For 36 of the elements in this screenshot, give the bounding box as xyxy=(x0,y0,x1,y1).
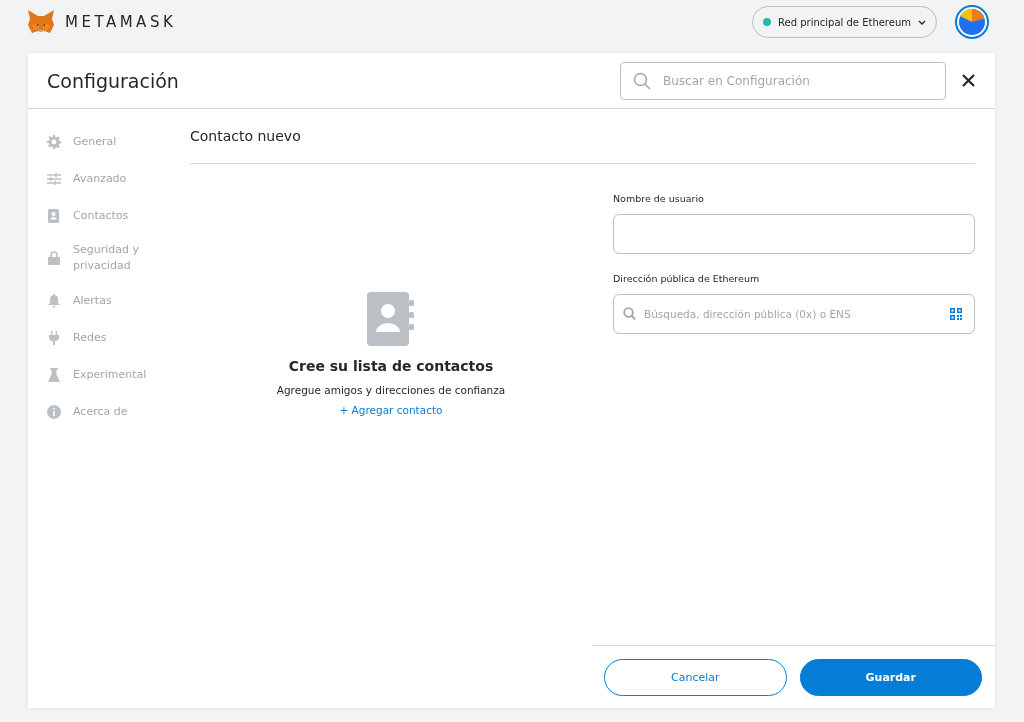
gear-icon xyxy=(47,134,61,149)
page-title: Contacto nuevo xyxy=(190,109,975,164)
sidebar-item[interactable]: Avanzado xyxy=(28,160,190,197)
empty-state-title: Cree su lista de contactos xyxy=(288,358,494,374)
sidebar-item[interactable]: Contactos xyxy=(28,197,190,234)
field-label: Nombre de usuario xyxy=(613,193,705,204)
sidebar-item[interactable]: Alertas xyxy=(28,282,190,319)
empty-state-description: Agregue amigos y direcciones de confianza xyxy=(276,384,506,396)
sidebar-item[interactable]: Experimental xyxy=(28,356,190,393)
sliders-icon xyxy=(47,172,61,185)
fox-logo-icon xyxy=(27,9,55,35)
lock-icon xyxy=(48,251,60,265)
sidebar-item[interactable]: Seguridad y privacidad xyxy=(28,234,190,282)
account-avatar[interactable] xyxy=(955,5,989,39)
cancel-button[interactable]: Cancelar xyxy=(604,658,787,696)
info-icon xyxy=(47,404,61,419)
save-button[interactable]: Guardar xyxy=(799,658,982,696)
settings-title: Configuración xyxy=(47,69,180,92)
sidebar-item[interactable]: Acerca de xyxy=(28,393,190,430)
search-field[interactable]: Buscar en Configuración xyxy=(620,61,946,100)
flask-icon xyxy=(48,367,60,382)
plug-icon xyxy=(49,330,59,345)
contact-book-icon xyxy=(48,208,60,223)
address-field[interactable]: Búsqueda, dirección pública (0x) o ENS xyxy=(613,294,975,334)
network-selector[interactable]: Red principal de Ethereum xyxy=(752,6,937,38)
bell-icon xyxy=(48,293,60,308)
contact-book-icon xyxy=(367,292,415,346)
chevron-down-icon xyxy=(918,19,926,25)
logo-wordmark: METAMASK xyxy=(65,13,177,31)
qr-code-icon[interactable] xyxy=(950,308,962,320)
username-field[interactable] xyxy=(613,214,975,254)
close-icon[interactable] xyxy=(962,74,975,87)
sidebar-item[interactable]: General xyxy=(28,123,190,160)
field-label: Dirección pública de Ethereum xyxy=(613,273,761,284)
add-contact-link[interactable]: + Agregar contacto xyxy=(339,404,443,416)
sidebar-item[interactable]: Redes xyxy=(28,319,190,356)
